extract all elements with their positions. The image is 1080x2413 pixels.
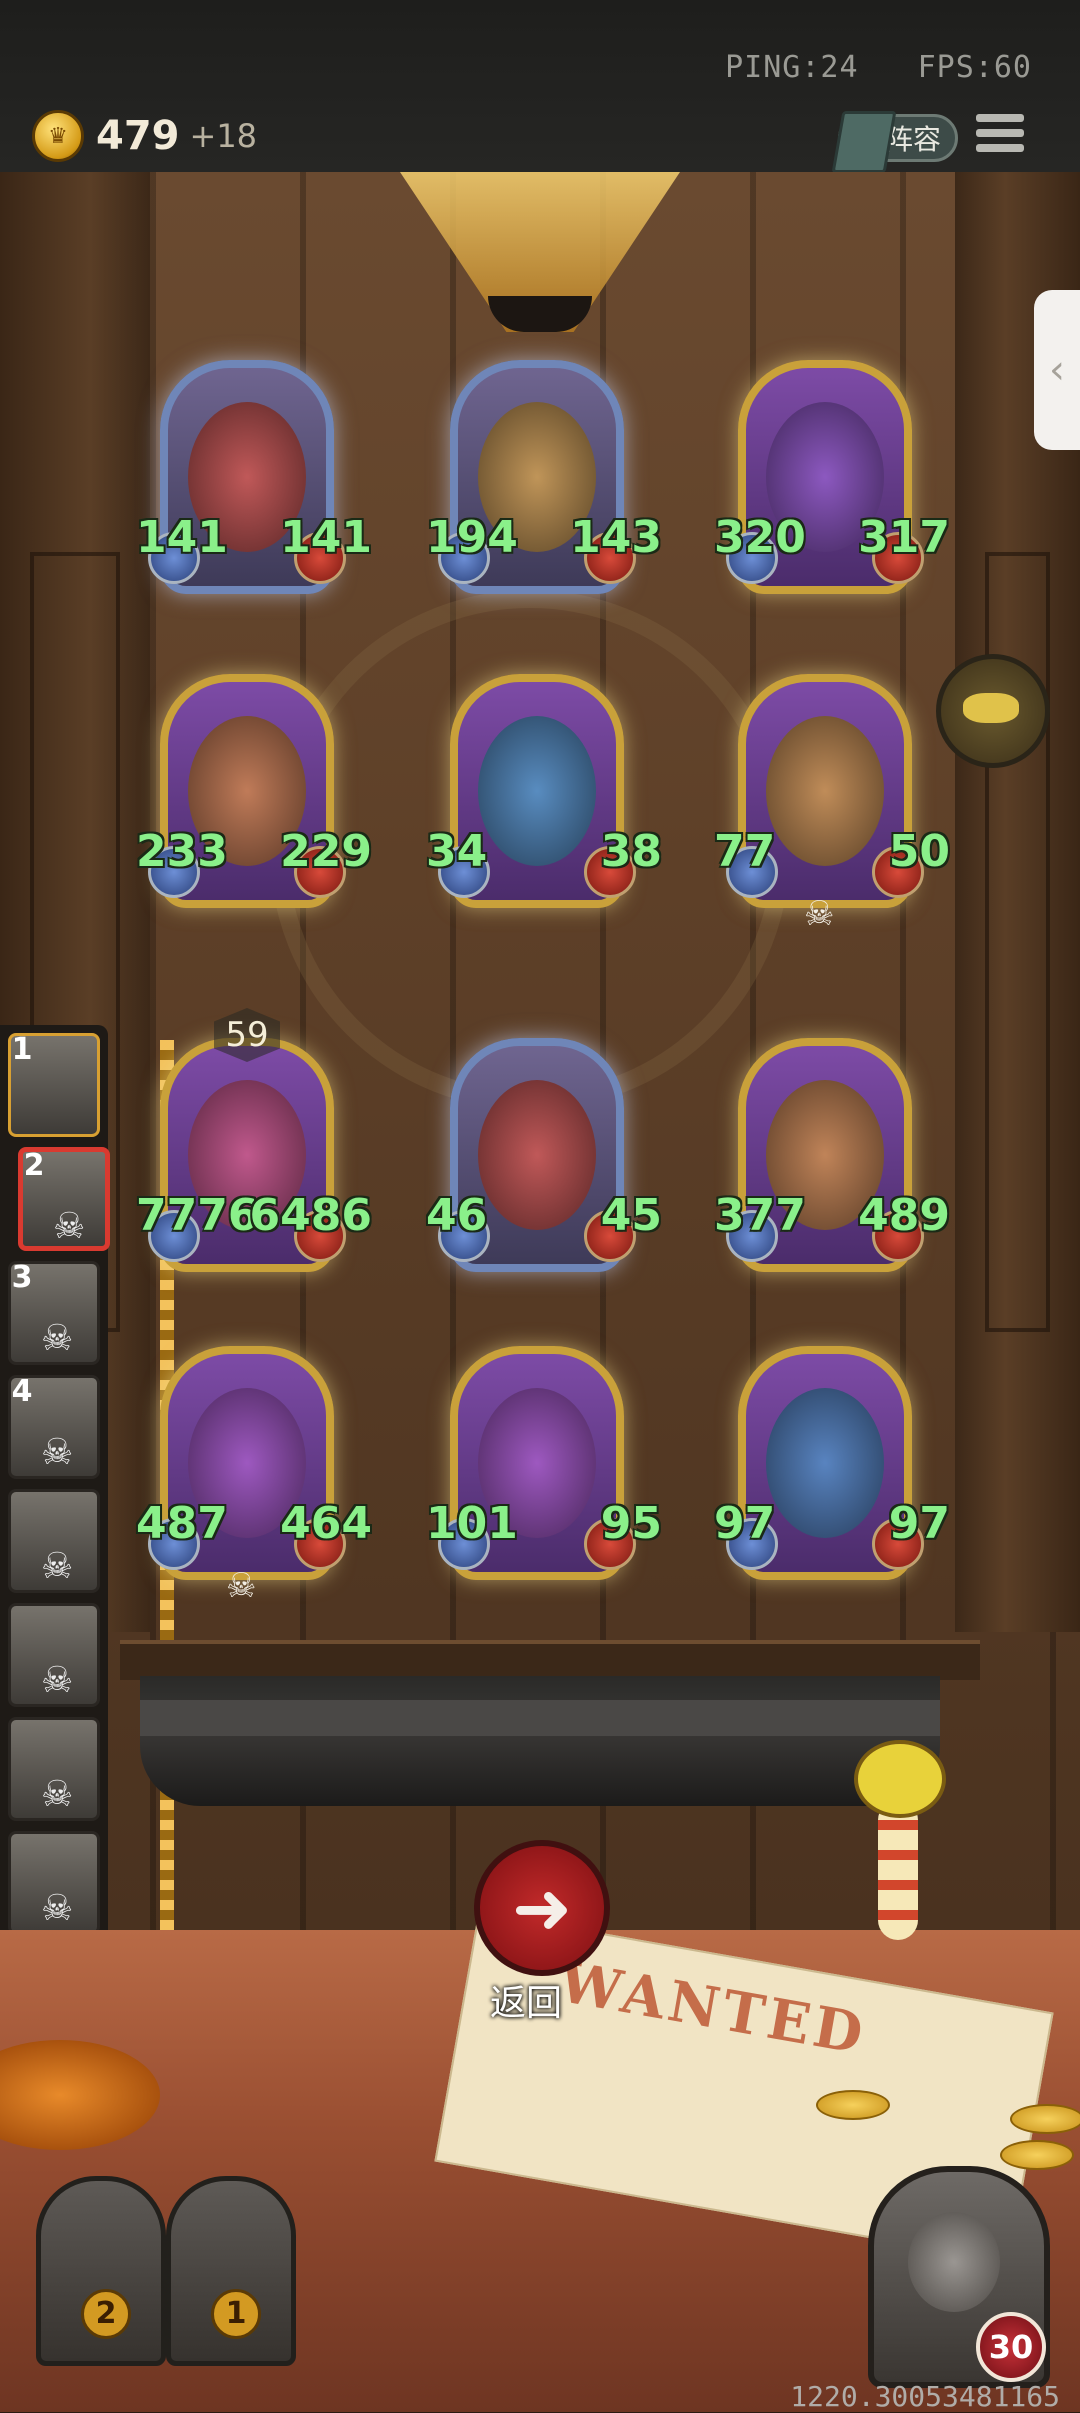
- minion-card[interactable]: 487 464 ☠: [136, 1338, 372, 1606]
- minion-card[interactable]: 141 141: [136, 352, 372, 602]
- player-rank: 2: [23, 1148, 45, 1183]
- coin-stack: [816, 2090, 890, 2120]
- coin-icon: ♛: [32, 110, 84, 162]
- menu-icon[interactable]: [976, 114, 1024, 160]
- skull-icon: ☠: [226, 1566, 257, 1606]
- skull-icon: ☠: [41, 1318, 74, 1359]
- health-value: 489: [858, 1190, 950, 1241]
- gold-amount: 479: [96, 113, 180, 159]
- player-rank: 1: [11, 1032, 33, 1067]
- minion-art: [478, 1080, 596, 1230]
- skull-icon: ☠: [804, 894, 835, 934]
- skull-icon: ☠: [41, 1660, 74, 1701]
- arrow-left-icon: ➜: [511, 1866, 573, 1950]
- player-slot[interactable]: ☠: [8, 1717, 100, 1821]
- skull-icon: ☠: [41, 1432, 74, 1473]
- coin-stack: [1000, 2140, 1074, 2170]
- skull-icon: ☠: [41, 1774, 74, 1815]
- minion-art: [478, 716, 596, 866]
- health-value: 38: [600, 826, 662, 877]
- chevron-left-icon: ‹: [1049, 347, 1065, 393]
- book-icon: [831, 111, 897, 173]
- minion-card[interactable]: 34 38: [426, 666, 662, 916]
- attack-value: 77: [714, 826, 776, 877]
- skull-icon: ☠: [41, 1888, 74, 1929]
- chest-count: 1: [211, 2289, 261, 2339]
- chest[interactable]: 1: [166, 2176, 296, 2366]
- gold-pile-button[interactable]: [936, 654, 1050, 768]
- attack-value: 487: [136, 1498, 228, 1549]
- health-value: 141: [280, 512, 372, 563]
- attack-value: 141: [136, 512, 228, 563]
- net-status: PING:24 FPS:60: [685, 50, 1032, 85]
- skull-icon: ☠: [53, 1206, 86, 1247]
- player-hp: 30: [976, 2312, 1046, 2382]
- minion-card[interactable]: 46 45: [426, 1030, 662, 1280]
- health-value: 45: [600, 1190, 662, 1241]
- health-value: 464: [280, 1498, 372, 1549]
- hero-face: [908, 2212, 1000, 2312]
- player-rank: 4: [11, 1374, 33, 1409]
- health-value: 50: [888, 826, 950, 877]
- side-panel-tab[interactable]: ‹: [1034, 290, 1080, 450]
- snake-mascot[interactable]: [830, 1720, 960, 1960]
- fps-text: FPS:60: [917, 50, 1032, 85]
- player-slot[interactable]: 3 ☠: [8, 1260, 100, 1365]
- chests: 2 1: [16, 2166, 306, 2366]
- player-slot[interactable]: 4 ☠: [8, 1374, 100, 1479]
- barrel-band: [140, 1700, 940, 1736]
- gold-display: ♛ 479 +18: [32, 110, 257, 162]
- chest[interactable]: 2: [36, 2176, 166, 2366]
- minion-card[interactable]: 101 95: [426, 1338, 662, 1588]
- coin-stack: [1010, 2104, 1080, 2134]
- attack-value: 320: [714, 512, 806, 563]
- minion-art: [766, 1388, 884, 1538]
- health-value: 229: [280, 826, 372, 877]
- skull-icon: ☠: [41, 1546, 74, 1587]
- back-button[interactable]: ➜: [474, 1840, 610, 1976]
- player-slot[interactable]: ☠: [8, 1489, 100, 1593]
- minion-card[interactable]: 377 489: [714, 1030, 950, 1280]
- gold-income: +18: [189, 117, 258, 155]
- attack-value: 101: [426, 1498, 518, 1549]
- attack-value: 194: [426, 512, 518, 563]
- player-slot[interactable]: 1: [8, 1032, 100, 1137]
- attack-value: 7776: [136, 1190, 259, 1241]
- minion-art: [766, 716, 884, 866]
- player-slot[interactable]: ☠: [8, 1831, 100, 1935]
- health-value: 6486: [249, 1190, 372, 1241]
- minion-card[interactable]: 194 143: [426, 352, 662, 602]
- player-slot[interactable]: 2 ☠: [18, 1147, 110, 1251]
- minion-card[interactable]: 7776 6486 59: [136, 1008, 372, 1280]
- barrel: [140, 1676, 940, 1806]
- minion-card[interactable]: 97 97: [714, 1338, 950, 1588]
- health-value: 317: [858, 512, 950, 563]
- shelf: [120, 1640, 980, 1680]
- top-bar: PING:24 FPS:60 ♛ 479 +18 阵容: [0, 0, 1080, 175]
- attack-value: 34: [426, 826, 488, 877]
- health-value: 95: [600, 1498, 662, 1549]
- back-label: 返回: [490, 1983, 563, 2024]
- health-value: 97: [888, 1498, 950, 1549]
- version-text: 1220.30053481165: [790, 2380, 1060, 2413]
- health-value: 143: [570, 512, 662, 563]
- attack-value: 97: [714, 1498, 776, 1549]
- chest-count: 2: [81, 2289, 131, 2339]
- player-list: 1 2 ☠ 3 ☠ 4 ☠ ☠ ☠ ☠ ☠: [0, 1025, 110, 1945]
- lineup-button[interactable]: 阵容: [831, 111, 958, 173]
- player-rank: 3: [11, 1260, 33, 1295]
- attack-value: 377: [714, 1190, 806, 1241]
- minion-card[interactable]: 77 50 ☠: [714, 666, 950, 934]
- attack-value: 46: [426, 1190, 488, 1241]
- attack-value: 233: [136, 826, 228, 877]
- player-slot[interactable]: ☠: [8, 1603, 100, 1707]
- ping-text: PING:24: [725, 50, 859, 85]
- minion-card[interactable]: 320 317: [714, 352, 950, 602]
- minion-card[interactable]: 233 229: [136, 666, 372, 916]
